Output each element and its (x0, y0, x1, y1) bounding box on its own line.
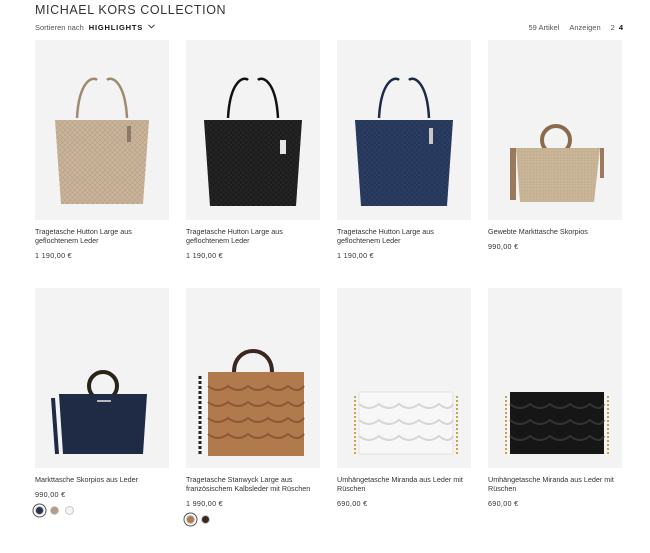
product-card[interactable]: Umhängetasche Miranda aus Leder mit Rüsc… (337, 288, 471, 508)
product-toolbar: Sortieren nach HIGHLIGHTS 59 Artikel Anz… (35, 23, 625, 35)
product-price: 1 190,00 € (186, 251, 223, 260)
product-price: 1 190,00 € (337, 251, 374, 260)
product-image[interactable] (337, 40, 471, 220)
product-name[interactable]: Tragetasche Hutton Large aus geflochtene… (186, 227, 316, 245)
product-price: 1 190,00 € (35, 251, 72, 260)
color-swatch[interactable] (186, 515, 195, 524)
sort-control[interactable]: Sortieren nach HIGHLIGHTS (35, 23, 155, 32)
bag-body (59, 394, 147, 454)
product-price: 690,00 € (337, 499, 368, 508)
product-price: 1 990,00 € (186, 499, 223, 508)
item-count: 59 Artikel (528, 23, 560, 32)
product-card[interactable]: Tragetasche Hutton Large aus geflochtene… (337, 40, 471, 260)
product-image[interactable] (488, 288, 622, 468)
product-image[interactable] (337, 288, 471, 468)
product-name[interactable]: Umhängetasche Miranda aus Leder mit Rüsc… (337, 475, 467, 493)
sort-label: Sortieren nach (35, 23, 84, 32)
sort-value[interactable]: HIGHLIGHTS (89, 23, 143, 32)
collection-title: MICHAEL KORS COLLECTION (35, 3, 227, 17)
product-card[interactable]: Gewebte Markttasche Skorpios 990,00 € (488, 40, 622, 251)
product-price: 990,00 € (488, 242, 519, 251)
product-price: 990,00 € (35, 490, 66, 499)
product-image[interactable] (35, 40, 169, 220)
product-name[interactable]: Tragetasche Hutton Large aus geflochtene… (337, 227, 467, 245)
product-card[interactable]: Umhängetasche Miranda aus Leder mit Rüsc… (488, 288, 622, 508)
color-swatches (35, 506, 169, 515)
grid-option-4[interactable]: 4 (619, 23, 623, 32)
color-swatch[interactable] (201, 515, 210, 524)
color-swatches (186, 515, 320, 524)
product-card[interactable]: Tragetasche Hutton Large aus geflochtene… (35, 40, 169, 260)
grid-option-2[interactable]: 2 (611, 23, 615, 32)
product-card[interactable]: Markttasche Skorpios aus Leder 990,00 € (35, 288, 169, 515)
product-image[interactable] (35, 288, 169, 468)
color-swatch[interactable] (50, 506, 59, 515)
product-image[interactable] (186, 40, 320, 220)
product-image[interactable] (488, 40, 622, 220)
chevron-down-icon[interactable] (148, 22, 155, 31)
view-controls: 59 Artikel Anzeigen 2 4 (529, 23, 623, 32)
product-name[interactable]: Markttasche Skorpios aus Leder (35, 475, 165, 484)
color-swatch[interactable] (35, 506, 44, 515)
product-price: 690,00 € (488, 499, 519, 508)
product-name[interactable]: Tragetasche Stanwyck Large aus französis… (186, 475, 316, 493)
product-name[interactable]: Gewebte Markttasche Skorpios (488, 227, 618, 236)
product-card[interactable]: Tragetasche Stanwyck Large aus französis… (186, 288, 320, 524)
bag-body (208, 372, 304, 456)
show-label: Anzeigen (569, 23, 601, 32)
product-name[interactable]: Umhängetasche Miranda aus Leder mit Rüsc… (488, 475, 618, 493)
product-image[interactable] (186, 288, 320, 468)
color-swatch[interactable] (65, 506, 74, 515)
product-card[interactable]: Tragetasche Hutton Large aus geflochtene… (186, 40, 320, 260)
product-name[interactable]: Tragetasche Hutton Large aus geflochtene… (35, 227, 165, 245)
